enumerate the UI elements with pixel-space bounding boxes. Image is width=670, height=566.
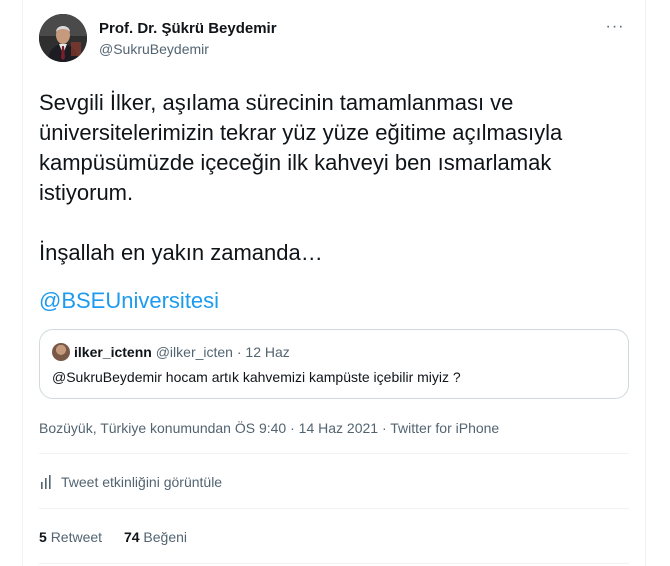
analytics-link[interactable]: Tweet etkinliğini görüntüle [39,473,222,491]
tweet-stats: 5 Retweet 74 Beğeni [39,528,205,546]
tweet-text: Sevgili İlker, aşılama sürecinin tamamla… [39,90,563,265]
like-stat[interactable]: 74 Beğeni [124,529,187,545]
divider [39,453,629,454]
avatar[interactable] [39,14,87,62]
tweet-meta: Bozüyük, Türkiye konumundan ÖS 9:40 · 14… [39,419,499,437]
author-handle[interactable]: @SukruBeydemir [99,40,277,58]
quote-header: ilker_ictenn @ilker_icten · 12 Haz [52,343,290,361]
tweet-card: Prof. Dr. Şükrü Beydemir @SukruBeydemir … [22,0,646,566]
quote-author-handle: @ilker_icten [155,344,233,360]
mention-link[interactable]: @BSEUniversitesi [39,286,219,316]
author-name[interactable]: Prof. Dr. Şükrü Beydemir [99,20,277,38]
retweet-count: 5 [39,529,47,545]
retweet-label: Retweet [50,529,103,545]
divider-3 [39,563,629,564]
quote-separator: · [236,344,242,360]
analytics-label: Tweet etkinliğini görüntüle [61,474,223,490]
retweet-stat[interactable]: 5 Retweet [39,529,102,545]
more-icon[interactable]: ··· [603,18,627,38]
like-label: Beğeni [143,529,187,545]
avatar-image [39,14,87,62]
quote-text: @SukruBeydemir hocam artık kahvemizi kam… [52,369,461,385]
analytics-icon [41,475,51,489]
divider-2 [39,508,629,509]
author-info: Prof. Dr. Şükrü Beydemir @SukruBeydemir [99,20,277,58]
like-count: 74 [123,529,140,545]
quote-date: 12 Haz [245,344,290,360]
quote-author-name: ilker_ictenn [74,344,152,360]
tweet-date[interactable]: 14 Haz 2021 [299,420,378,436]
tweet-header: Prof. Dr. Şükrü Beydemir @SukruBeydemir … [39,14,629,70]
quote-avatar [52,343,70,361]
tweet-source[interactable]: Twitter for iPhone [390,420,499,436]
tweet-location-time[interactable]: Bozüyük, Türkiye konumundan ÖS 9:40 [39,420,286,436]
meta-separator-2: · [381,420,387,436]
meta-separator: · [290,420,295,436]
quoted-tweet[interactable]: ilker_ictenn @ilker_icten · 12 Haz @Sukr… [39,329,629,399]
